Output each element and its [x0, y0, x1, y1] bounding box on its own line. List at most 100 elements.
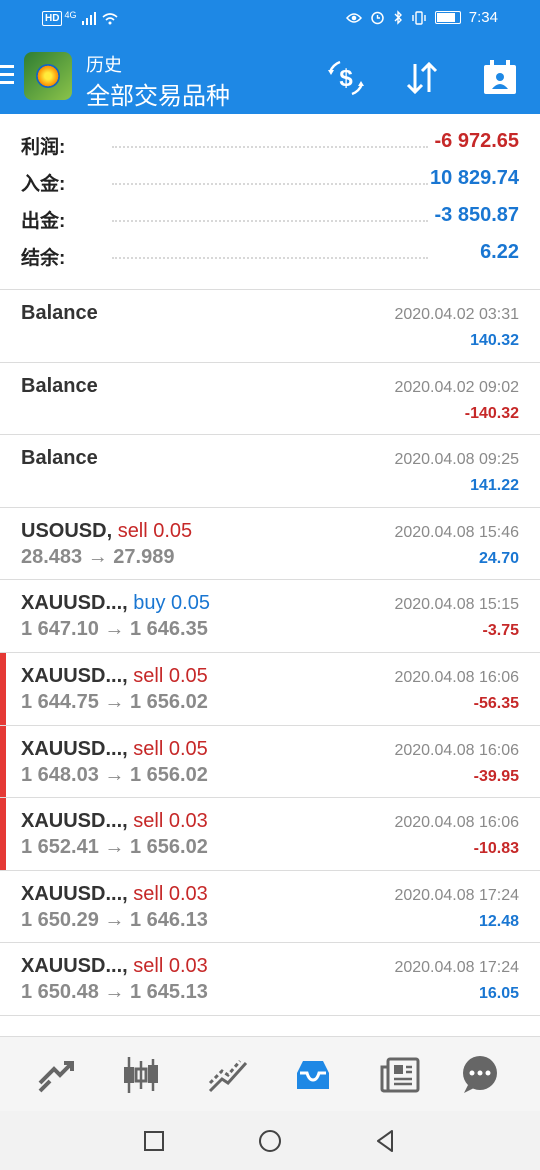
triangle-back-icon — [377, 1130, 393, 1152]
summary-value: -3 850.87 — [434, 204, 519, 226]
deal-symbol-text: USOUSD, — [21, 519, 118, 542]
deal-row[interactable]: USOUSD, sell 0.05 28.483 → 27.989 2020.04.… — [0, 508, 540, 581]
home-button[interactable] — [256, 1127, 284, 1155]
dotted-leader — [112, 146, 428, 148]
page-title[interactable]: 全部交易品种 — [86, 76, 230, 111]
deal-symbol-text: XAUUSD..., — [21, 955, 134, 978]
nav-quotes[interactable] — [34, 1053, 78, 1097]
deal-prices: 1 647.10 → 1 646.35 — [21, 618, 208, 641]
deal-row[interactable]: Balance 2020.04.02 09:02 -140.32 — [0, 363, 540, 436]
deal-profit: -10.83 — [473, 840, 519, 858]
vibrate-icon — [412, 10, 426, 25]
bluetooth-icon — [394, 10, 402, 25]
nav-news[interactable] — [378, 1053, 422, 1097]
summary-label: 利润: — [21, 137, 66, 158]
network-type: 4G — [64, 9, 77, 20]
deal-symbol: USOUSD, sell 0.05 — [21, 520, 192, 543]
square-icon — [144, 1131, 164, 1151]
deal-row[interactable]: XAUUSD..., sell 0.03 1 650.29 → 1 646.13 2… — [0, 871, 540, 944]
summary-row-deposit: 入金: 10 829.74 — [0, 163, 540, 200]
eye-icon — [345, 12, 362, 23]
sort-icon — [406, 61, 438, 95]
deal-row[interactable]: XAUUSD..., sell 0.05 1 644.75 → 1 656.02 2… — [0, 652, 540, 726]
deal-symbol: XAUUSD..., sell 0.03 — [21, 955, 208, 978]
deal-symbol: Balance — [21, 447, 98, 470]
bottom-nav — [0, 1036, 540, 1112]
deal-symbol-text: Balance — [21, 447, 98, 470]
deal-symbol: XAUUSD..., sell 0.03 — [21, 883, 208, 906]
deal-prices: 1 652.41 → 1 656.02 — [21, 836, 208, 859]
deal-side: sell 0.05 — [117, 519, 193, 542]
deal-profit: 141.22 — [470, 477, 519, 495]
deal-time: 2020.04.08 17:24 — [394, 886, 519, 904]
deal-profit: -140.32 — [464, 404, 519, 422]
summary-value: 6.22 — [480, 241, 519, 263]
deal-time: 2020.04.08 16:06 — [394, 741, 519, 759]
deal-symbol: XAUUSD..., sell 0.03 — [21, 810, 208, 833]
deal-side: sell 0.05 — [133, 664, 208, 687]
chat-icon — [463, 1056, 497, 1093]
deal-symbol-text: Balance — [21, 302, 98, 324]
deal-prices: 1 648.03 → 1 656.02 — [21, 763, 208, 786]
deal-time: 2020.04.08 15:15 — [394, 596, 519, 614]
nav-trade[interactable] — [206, 1053, 250, 1097]
currency-icon: $ — [328, 60, 364, 96]
nav-chat[interactable] — [458, 1053, 502, 1097]
deal-marker — [0, 652, 6, 725]
deal-symbol: XAUUSD..., sell 0.05 — [21, 665, 208, 688]
nav-chart[interactable] — [119, 1053, 163, 1097]
deal-symbol-text: Balance — [21, 374, 98, 397]
quotes-icon — [38, 1061, 74, 1093]
summary-row-balance: 结余: 6.22 — [0, 237, 540, 274]
deal-row[interactable]: XAUUSD..., sell 0.05 1 648.03 → 1 656.02 2… — [0, 725, 540, 799]
deal-time: 2020.04.08 15:46 — [394, 523, 519, 541]
menu-icon[interactable] — [0, 65, 14, 89]
deal-symbol: XAUUSD..., sell 0.05 — [21, 738, 208, 761]
nav-history[interactable] — [291, 1053, 335, 1097]
summary-value: 10 829.74 — [430, 167, 519, 189]
summary-panel: 利润: -6 972.65 入金: 10 829.74 出金: -3 850.8… — [0, 126, 540, 274]
status-bar: HD 4G 7:34 — [0, 0, 540, 40]
deal-row[interactable]: XAUUSD..., buy 0.05 1 647.10 → 1 646.35 20… — [0, 580, 540, 653]
battery-icon — [434, 11, 461, 24]
deal-symbol-text: XAUUSD..., — [21, 882, 134, 905]
page-subtitle: 历史 — [86, 55, 122, 75]
summary-row-withdrawal: 出金: -3 850.87 — [0, 200, 540, 237]
summary-label: 入金: — [21, 174, 66, 195]
system-nav-bar — [0, 1111, 540, 1170]
currency-button[interactable]: $ — [324, 56, 368, 100]
deal-row[interactable]: Balance 2020.04.08 09:25 141.22 — [0, 435, 540, 508]
deal-profit: -39.95 — [473, 767, 519, 785]
deals-list[interactable]: Balance 2020.04.02 03:31 140.32 Balance 2020… — [0, 290, 540, 1016]
app-header: HD 4G 7:34 历史 全部交易品种 $ — [0, 0, 540, 114]
deal-time: 2020.04.08 09:25 — [394, 451, 519, 469]
deal-symbol-text: XAUUSD..., — [21, 592, 134, 615]
svg-text:$: $ — [339, 65, 353, 92]
deal-symbol-text: XAUUSD..., — [21, 737, 134, 760]
back-button[interactable] — [372, 1127, 400, 1155]
deal-side: buy 0.05 — [133, 592, 210, 615]
deal-symbol: XAUUSD..., buy 0.05 — [21, 592, 210, 615]
deal-side: sell 0.03 — [133, 882, 208, 905]
calendar-icon — [484, 60, 516, 94]
hd-badge: HD — [42, 11, 63, 26]
deal-prices: 1 644.75 → 1 656.02 — [21, 690, 208, 713]
recents-button[interactable] — [140, 1127, 168, 1155]
news-icon — [380, 1057, 420, 1093]
deal-time: 2020.04.08 17:24 — [394, 959, 519, 977]
deal-prices: 1 650.29 → 1 646.13 — [21, 908, 208, 931]
deal-profit: -3.75 — [482, 622, 519, 640]
deal-profit: 140.32 — [470, 332, 519, 349]
deal-row[interactable]: XAUUSD..., sell 0.03 1 652.41 → 1 656.02 2… — [0, 798, 540, 871]
deal-row[interactable]: XAUUSD..., sell 0.03 1 650.48 → 1 645.13 2… — [0, 943, 540, 1016]
calendar-button[interactable] — [478, 56, 522, 100]
status-time: 7:34 — [468, 9, 498, 26]
deal-symbol-text: XAUUSD..., — [21, 664, 134, 687]
summary-label: 出金: — [21, 211, 66, 232]
deal-row[interactable]: Balance 2020.04.02 03:31 140.32 — [0, 290, 540, 363]
deal-profit: 12.48 — [478, 912, 519, 930]
deal-prices: 28.483 → 27.989 — [21, 545, 175, 568]
signal-icon — [82, 12, 97, 25]
sort-button[interactable] — [400, 56, 444, 100]
chart-icon — [124, 1057, 158, 1093]
